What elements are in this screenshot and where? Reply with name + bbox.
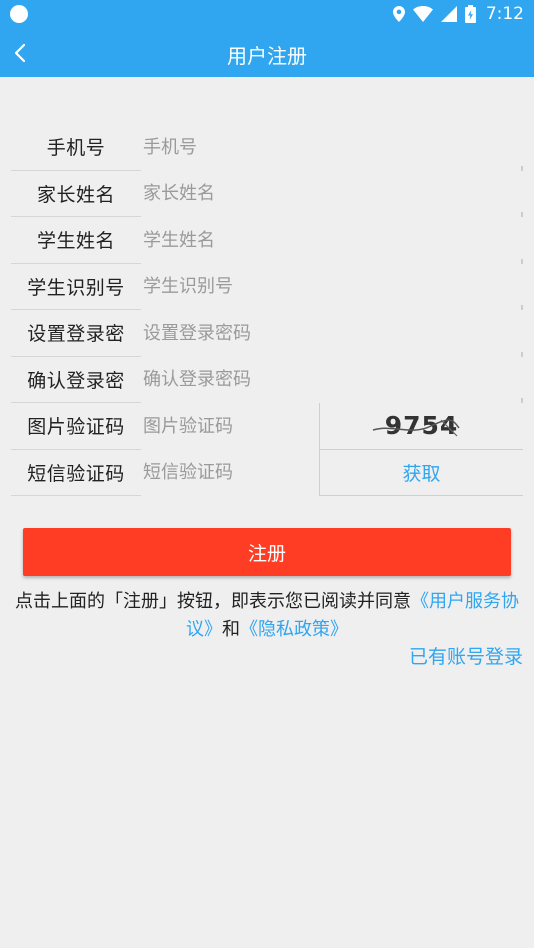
set-password-row: 设置登录密 [11,310,523,357]
wifi-icon [412,6,433,22]
login-link[interactable]: 已有账号登录 [409,642,523,669]
student-name-label: 学生姓名 [11,217,141,264]
phone-input[interactable] [143,124,523,171]
register-button[interactable]: 注册 [23,528,511,576]
student-name-input[interactable] [143,217,523,264]
get-code-cell: 获取 [319,449,523,496]
sms-code-row: 短信验证码 获取 [11,449,523,496]
student-id-label: 学生识别号 [11,264,141,310]
student-name-row: 学生姓名 [11,217,523,264]
confirm-password-input[interactable] [143,356,523,403]
agreement-and: 和 [222,619,240,640]
confirm-password-row: 确认登录密 [11,356,523,403]
status-time: 7:12 [485,4,524,24]
privacy-link[interactable]: 《隐私政策》 [240,619,348,640]
battery-icon [464,5,476,23]
image-code-input[interactable] [143,403,318,450]
set-password-input[interactable] [143,310,523,357]
page-title: 用户注册 [227,44,307,68]
sms-code-label: 短信验证码 [11,450,141,496]
sms-code-input[interactable] [143,449,318,496]
register-form: 手机号 家长姓名 学生姓名 学生识别号 设置登录密 确认登录密 图片验证码 97… [11,124,523,496]
status-bar: 7:12 [0,0,534,28]
notification-dot-icon [10,5,28,23]
get-code-button[interactable]: 获取 [402,459,440,486]
agreement-text: 点击上面的「注册」按钮，即表示您已阅读并同意《用户服务协议》和《隐私政策》 [10,588,524,644]
captcha-noise-line [372,419,460,437]
student-id-row: 学生识别号 [11,263,523,310]
phone-label: 手机号 [11,124,141,171]
app-bar: 用户注册 [0,28,534,77]
parent-name-row: 家长姓名 [11,170,523,217]
phone-row: 手机号 [11,124,523,171]
set-password-label: 设置登录密 [11,310,141,357]
signal-icon [440,6,457,22]
image-code-label: 图片验证码 [11,403,141,450]
student-id-input[interactable] [143,263,523,310]
parent-name-label: 家长姓名 [11,171,141,217]
location-icon [392,6,405,22]
confirm-password-label: 确认登录密 [11,357,141,403]
status-icons: 7:12 [392,3,524,25]
agreement-prefix: 点击上面的「注册」按钮，即表示您已阅读并同意 [15,591,411,612]
parent-name-input[interactable] [143,170,523,217]
